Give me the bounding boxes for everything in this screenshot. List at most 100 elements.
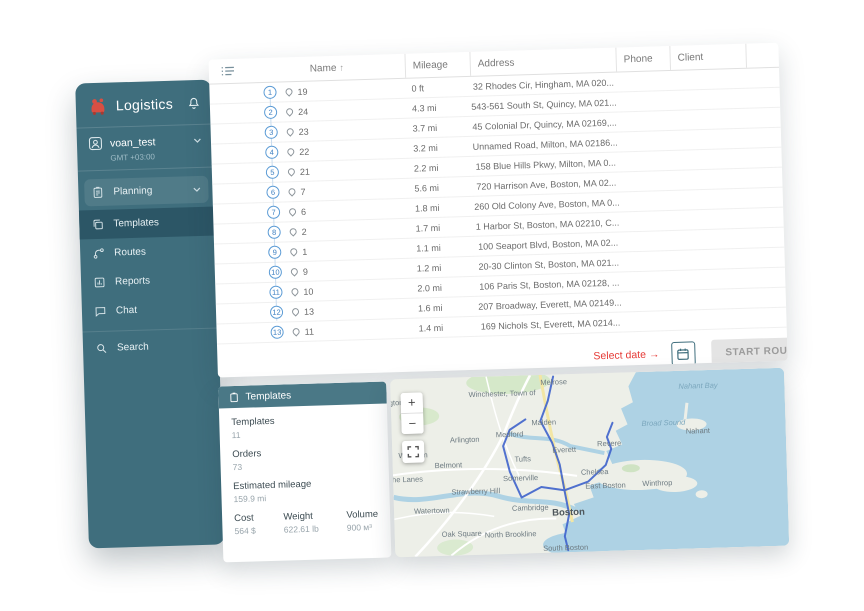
- map-label: Nahant Bay: [678, 381, 717, 391]
- chevron-down-icon: [193, 136, 202, 145]
- map-label: Watertown: [414, 506, 450, 516]
- address-cell: 1 Harbor St, Boston, MA 02210, C...: [474, 217, 620, 231]
- mileage-cell: 1.1 mi: [410, 241, 475, 253]
- zoom-out-button[interactable]: −: [401, 413, 424, 434]
- stop-sequence-badge: 4: [265, 146, 278, 159]
- map-label: Strawberry Hill: [451, 486, 500, 496]
- mileage-cell: 4.3 mi: [406, 101, 471, 113]
- map-label: Somerville: [503, 473, 538, 483]
- sidebar-header: Logistics: [75, 80, 212, 129]
- map-label: Chelsea: [581, 467, 609, 477]
- stop-id: 2: [302, 226, 307, 236]
- pin-icon: [288, 228, 299, 235]
- sidebar-item-chat[interactable]: Chat: [82, 293, 219, 326]
- column-header-address[interactable]: Address: [469, 48, 616, 76]
- map-label: Winthrop: [642, 478, 672, 488]
- map-label: North Brookline: [485, 529, 537, 540]
- mileage-cell: 2.2 mi: [408, 161, 473, 173]
- mileage-cell: 1.7 mi: [409, 221, 474, 233]
- table-body: 1190 ft32 Rhodes Cir, Hingham, MA 020...…: [209, 68, 786, 345]
- map-label: Boston: [552, 507, 585, 519]
- stop-sequence-badge: 13: [270, 326, 283, 339]
- stop-sequence-badge: 5: [266, 166, 279, 179]
- pin-icon: [286, 188, 297, 195]
- user-name: voan_test: [110, 135, 186, 149]
- sidebar-item-routes[interactable]: Routes: [80, 236, 217, 269]
- app-title: Logistics: [116, 96, 180, 114]
- stop-id: 10: [303, 286, 313, 296]
- stop-id: 22: [299, 146, 309, 156]
- sidebar-item-search[interactable]: Search: [83, 327, 220, 363]
- pin-icon: [289, 288, 300, 295]
- stop-sequence-badge: 6: [266, 186, 279, 199]
- stop-id: 24: [298, 106, 308, 116]
- templates-icon: [91, 218, 104, 231]
- address-cell: 20-30 Clinton St, Boston, MA 021...: [476, 257, 622, 271]
- mileage-cell: 1.2 mi: [411, 261, 476, 273]
- pin-icon: [283, 88, 294, 95]
- map-label: Revere: [597, 439, 621, 449]
- sidebar-item-templates[interactable]: Templates: [79, 207, 216, 240]
- pin-icon: [285, 148, 296, 155]
- planning-icon: [91, 186, 104, 199]
- address-cell: 260 Old Colony Ave, Boston, MA 0...: [474, 197, 620, 211]
- map-label: he Lanes: [392, 474, 423, 484]
- stop-sequence-badge: 7: [267, 206, 280, 219]
- map-label: Everett: [552, 445, 576, 455]
- sidebar: Logistics voan_test GMT +03:00 Planning …: [75, 80, 225, 549]
- user-timezone: GMT +03:00: [110, 151, 202, 163]
- expand-map-button[interactable]: [402, 440, 425, 463]
- zoom-in-button[interactable]: +: [401, 392, 424, 413]
- mileage-cell: 1.4 mi: [412, 321, 477, 333]
- expand-icon: [407, 446, 419, 458]
- column-header-name[interactable]: Name↑: [249, 54, 406, 83]
- map-label: Belmont: [435, 460, 463, 470]
- pin-icon: [290, 308, 301, 315]
- stop-sequence-badge: 3: [265, 126, 278, 139]
- stop-sequence-badge: 12: [270, 306, 283, 319]
- zoom-control: + −: [401, 392, 424, 434]
- list-icon[interactable]: [221, 65, 235, 77]
- map-label: Melrose: [540, 377, 567, 387]
- stat-templates: Templates 11: [231, 413, 376, 440]
- calendar-button[interactable]: [671, 341, 696, 366]
- calendar-icon: [677, 347, 690, 360]
- stat-volume: Volume 900 м³: [346, 509, 378, 533]
- stats-card-title: Templates: [245, 390, 291, 402]
- user-menu[interactable]: voan_test GMT +03:00: [77, 125, 214, 172]
- stop-sequence-badge: 9: [268, 246, 281, 259]
- stop-id: 13: [304, 306, 314, 316]
- templates-table-card: Name↑ Mileage Address Phone Client 1190 …: [209, 43, 788, 378]
- map-label: Nahant: [686, 426, 710, 436]
- stat-orders: Orders 73: [232, 445, 377, 472]
- stop-id: 19: [297, 86, 307, 96]
- column-header-client[interactable]: Client: [669, 44, 746, 70]
- stop-id: 21: [300, 166, 310, 176]
- select-date-link[interactable]: Select date →: [593, 348, 659, 362]
- address-cell: 158 Blue Hills Pkwy, Milton, MA 0...: [473, 157, 619, 171]
- sidebar-item-planning[interactable]: Planning: [84, 176, 209, 207]
- map[interactable]: Melrose Winchester, Town of gton Malden …: [390, 368, 789, 558]
- map-label: Arlington: [450, 435, 480, 445]
- reports-icon: [93, 276, 106, 289]
- column-header-phone[interactable]: Phone: [615, 46, 670, 72]
- mileage-cell: 0 ft: [405, 81, 470, 93]
- user-icon: [88, 136, 103, 151]
- pin-icon: [291, 328, 302, 335]
- start-route-button[interactable]: START ROU: [711, 337, 788, 367]
- stop-id: 11: [304, 326, 314, 336]
- address-cell: 207 Broadway, Everett, MA 02149...: [477, 297, 623, 311]
- stop-sequence-badge: 8: [267, 226, 280, 239]
- stop-id: 23: [299, 126, 309, 136]
- map-label: South Boston: [543, 543, 588, 553]
- stop-sequence-badge: 1: [263, 86, 276, 99]
- pin-icon: [289, 268, 300, 275]
- column-header-mileage[interactable]: Mileage: [404, 52, 470, 78]
- column-header-spacer: [745, 43, 779, 68]
- stop-id: 1: [302, 246, 307, 256]
- notifications-bell-icon[interactable]: [187, 96, 201, 110]
- sidebar-item-reports[interactable]: Reports: [81, 264, 218, 297]
- stop-id: 6: [301, 206, 306, 216]
- stat-estimated-mileage: Estimated mileage 159.9 mi: [233, 477, 378, 504]
- mileage-cell: 1.8 mi: [409, 201, 474, 213]
